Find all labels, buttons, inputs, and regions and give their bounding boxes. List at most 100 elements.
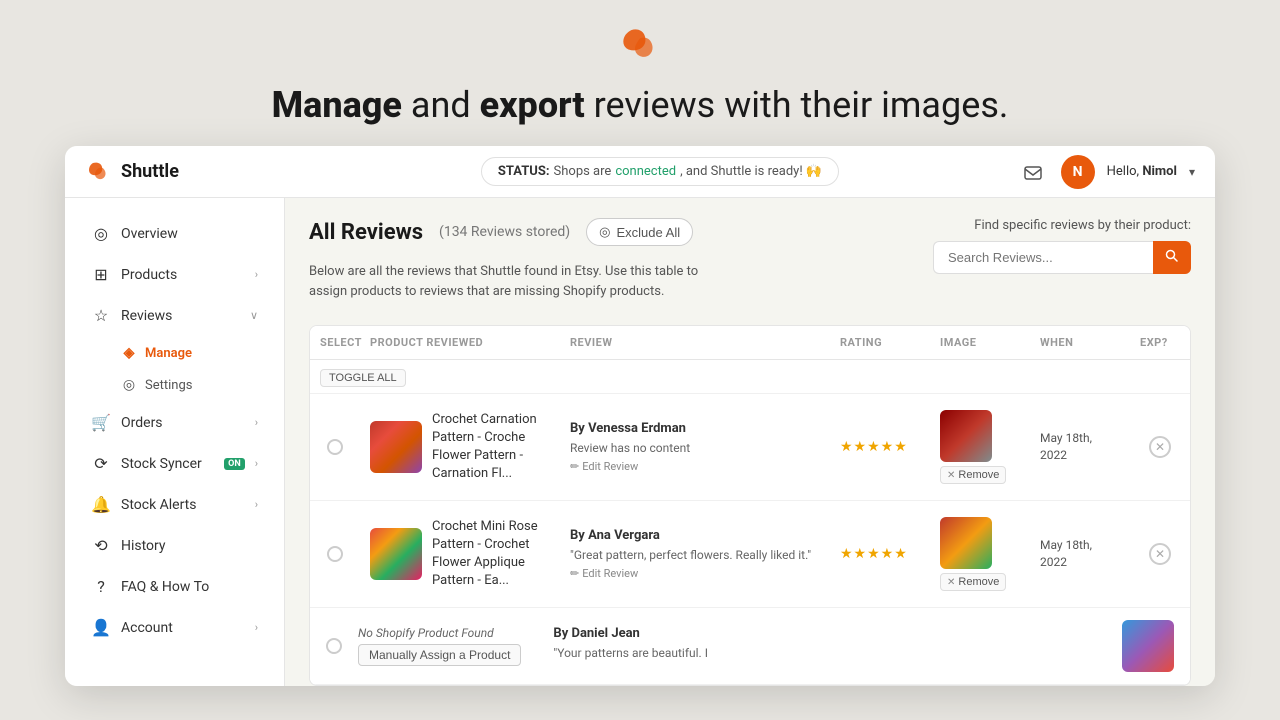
account-icon: 👤 xyxy=(91,618,111,637)
sidebar: ◎ Overview ⊞ Products › ☆ Reviews ∨ ◈ xyxy=(65,198,285,686)
orders-icon: 🛒 xyxy=(91,413,111,432)
sidebar-item-settings[interactable]: ◎ Settings xyxy=(121,369,278,401)
history-icon: ⟲ xyxy=(91,536,111,555)
search-icon xyxy=(1165,249,1179,263)
search-button[interactable] xyxy=(1153,241,1191,274)
notification-icon[interactable] xyxy=(1017,156,1049,188)
reviews-table: SELECT PRODUCT REVIEWED REVIEW RATING IM… xyxy=(309,325,1191,686)
app-logo: Shuttle xyxy=(85,158,305,186)
no-shopify-label: No Shopify Product Found xyxy=(358,626,521,640)
row1-rating-cell: ★★★★★ xyxy=(830,435,930,459)
row1-review-cell: By Venessa Erdman Review has no content … xyxy=(560,417,830,478)
search-label: Find specific reviews by their product: xyxy=(974,218,1191,233)
col-image: IMAGE xyxy=(930,326,1030,359)
col-when: WHEN xyxy=(1030,326,1130,359)
stock-syncer-badge: ON xyxy=(224,458,245,470)
hero-logo xyxy=(615,20,665,74)
table-row: No Shopify Product Found Manually Assign… xyxy=(310,608,1190,685)
stock-syncer-chevron-icon: › xyxy=(255,457,258,470)
orders-chevron-icon: › xyxy=(255,416,258,429)
row2-radio-cell xyxy=(310,542,360,566)
sidebar-item-history[interactable]: ⟲ History xyxy=(71,526,278,565)
app-body: ◎ Overview ⊞ Products › ☆ Reviews ∨ ◈ xyxy=(65,198,1215,686)
col-review: REVIEW xyxy=(560,326,830,359)
stock-alerts-chevron-icon: › xyxy=(255,498,258,511)
logo-text: Shuttle xyxy=(121,161,179,182)
description-text: Below are all the reviews that Shuttle f… xyxy=(309,262,739,301)
search-input[interactable] xyxy=(933,241,1153,274)
row1-edit-link[interactable]: ✏ Edit Review xyxy=(570,460,820,473)
row1-product-thumbnail xyxy=(370,421,422,473)
row3-review-image xyxy=(1122,620,1174,672)
row1-product-name: Crochet Carnation Pattern - Croche Flowe… xyxy=(432,411,550,484)
toggle-all-button[interactable]: TOGGLE ALL xyxy=(320,369,406,387)
row3-review-cell: By Daniel Jean "Your patterns are beauti… xyxy=(537,626,1106,666)
row1-exp-cell: ✕ xyxy=(1130,432,1190,462)
reviews-header: All Reviews (134 Reviews stored) ◎ Exclu… xyxy=(309,218,891,246)
sidebar-item-stock-syncer[interactable]: ⟳ Stock Syncer ON › xyxy=(71,444,278,483)
row2-product-cell: Crochet Mini Rose Pattern - Crochet Flow… xyxy=(360,514,560,595)
products-chevron-icon: › xyxy=(255,268,258,281)
reviews-submenu: ◈ Manage ◎ Settings xyxy=(65,337,284,401)
row2-exp-remove[interactable]: ✕ xyxy=(1149,543,1171,565)
edit-icon: ✏ xyxy=(570,567,579,580)
exclude-all-button[interactable]: ◎ Exclude All xyxy=(586,218,693,246)
header-right: N Hello, Nimol ▾ xyxy=(1015,155,1195,189)
status-badge: STATUS: Shops are connected , and Shuttl… xyxy=(481,157,839,186)
user-menu-chevron[interactable]: ▾ xyxy=(1189,165,1195,179)
status-label: STATUS: xyxy=(498,164,550,179)
page-title: All Reviews xyxy=(309,220,423,245)
row2-review-image xyxy=(940,517,992,569)
row2-remove-button[interactable]: ✕ Remove xyxy=(940,573,1006,591)
hero-title: Manage and export reviews with their ima… xyxy=(272,84,1009,126)
assign-product-button[interactable]: Manually Assign a Product xyxy=(358,644,521,666)
row2-product-thumbnail xyxy=(370,528,422,580)
col-rating: RATING xyxy=(830,326,930,359)
sidebar-item-reviews[interactable]: ☆ Reviews ∨ xyxy=(71,296,278,335)
row1-exp-remove[interactable]: ✕ xyxy=(1149,436,1171,458)
sidebar-item-stock-alerts[interactable]: 🔔 Stock Alerts › xyxy=(71,485,278,524)
user-greeting: Hello, Nimol xyxy=(1107,164,1177,179)
row1-image-cell: ✕ Remove xyxy=(930,406,1030,488)
sidebar-item-faq[interactable]: ? FAQ & How To xyxy=(71,567,278,606)
row2-review-cell: By Ana Vergara "Great pattern, perfect f… xyxy=(560,524,830,585)
left-col: All Reviews (134 Reviews stored) ◎ Exclu… xyxy=(309,218,891,317)
col-exp: EXP? xyxy=(1130,326,1190,359)
sidebar-item-orders[interactable]: 🛒 Orders › xyxy=(71,403,278,442)
row2-review-text: "Great pattern, perfect flowers. Really … xyxy=(570,547,820,564)
row1-remove-button[interactable]: ✕ Remove xyxy=(940,466,1006,484)
row3-author: By Daniel Jean xyxy=(553,626,1106,641)
row1-review-image xyxy=(940,410,992,462)
row1-radio-cell xyxy=(310,435,360,459)
status-connected: connected xyxy=(615,164,676,179)
row2-exp-cell: ✕ xyxy=(1130,539,1190,569)
row2-author: By Ana Vergara xyxy=(570,528,820,543)
row1-select-radio[interactable] xyxy=(327,439,343,455)
reviews-chevron-icon: ∨ xyxy=(250,309,258,322)
row1-product-cell: Crochet Carnation Pattern - Croche Flowe… xyxy=(360,407,560,488)
row2-edit-link[interactable]: ✏ Edit Review xyxy=(570,567,820,580)
row3-no-product: No Shopify Product Found Manually Assign… xyxy=(358,626,521,666)
search-input-wrap xyxy=(933,241,1191,274)
sidebar-item-manage[interactable]: ◈ Manage xyxy=(121,337,278,369)
header-status: STATUS: Shops are connected , and Shuttl… xyxy=(305,157,1015,186)
row3-select-radio[interactable] xyxy=(326,638,342,654)
row2-select-radio[interactable] xyxy=(327,546,343,562)
stock-syncer-icon: ⟳ xyxy=(91,454,111,473)
row2-product-name: Crochet Mini Rose Pattern - Crochet Flow… xyxy=(432,518,550,591)
table-row: Crochet Mini Rose Pattern - Crochet Flow… xyxy=(310,501,1190,608)
app-window: Shuttle STATUS: Shops are connected , an… xyxy=(65,146,1215,686)
faq-icon: ? xyxy=(91,577,111,596)
row1-when-cell: May 18th,2022 xyxy=(1030,426,1130,468)
row3-review-text: "Your patterns are beautiful. I xyxy=(553,645,1106,662)
products-icon: ⊞ xyxy=(91,265,111,284)
settings-icon: ◎ xyxy=(121,377,137,393)
sidebar-item-account[interactable]: 👤 Account › xyxy=(71,608,278,647)
reviews-icon: ☆ xyxy=(91,306,111,325)
exclude-icon: ◎ xyxy=(599,224,610,240)
sidebar-item-products[interactable]: ⊞ Products › xyxy=(71,255,278,294)
sidebar-item-overview[interactable]: ◎ Overview xyxy=(71,214,278,253)
right-col: Find specific reviews by their product: xyxy=(891,218,1191,274)
overview-icon: ◎ xyxy=(91,224,111,243)
edit-icon: ✏ xyxy=(570,460,579,473)
